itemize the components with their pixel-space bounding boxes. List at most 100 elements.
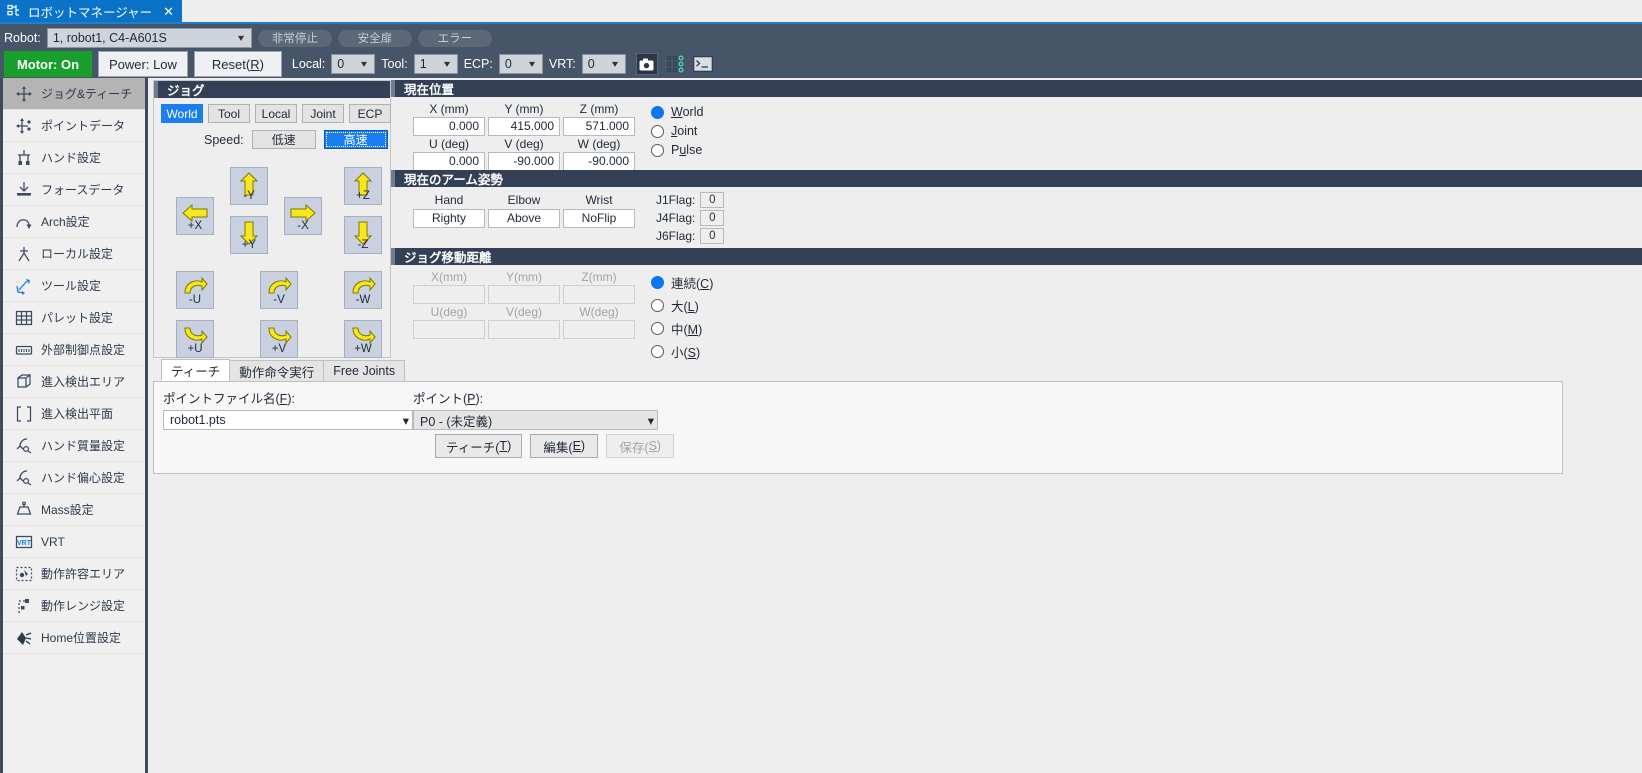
teach-button[interactable]: ティーチ(T): [435, 434, 522, 458]
jog-distance-radio-1[interactable]: 大(L): [651, 296, 713, 315]
jog-distance-radio-3[interactable]: 小(S): [651, 342, 713, 361]
teach-tab-2[interactable]: Free Joints: [323, 360, 405, 381]
sidebar-item-4[interactable]: Arch設定: [3, 206, 145, 238]
jog-distance-value: [488, 320, 560, 339]
current-position-radio-2[interactable]: Pulse: [651, 143, 703, 157]
jog-distance-title: ジョグ移動距離: [391, 248, 1642, 265]
camera-icon[interactable]: [636, 53, 658, 75]
tool-label: Tool:: [381, 57, 407, 71]
jog-mode-button-joint[interactable]: Joint: [302, 104, 344, 123]
current-position-label: V (deg): [504, 136, 543, 152]
jog-button-plus-z[interactable]: +Z: [344, 167, 382, 205]
jog-speed-row: Speed: 低速 高速: [154, 130, 390, 149]
point-label-pre: ポイント(: [413, 392, 467, 406]
teach-tab-1[interactable]: 動作命令実行: [229, 360, 324, 381]
jog-button-plus-w[interactable]: +W: [344, 320, 382, 358]
sidebar-item-1[interactable]: ポイントデータ: [3, 110, 145, 142]
arm-pose-flags: J1Flag:0J4Flag:0J6Flag:0: [638, 191, 724, 244]
sidebar-item-12[interactable]: ハンド偏心設定: [3, 462, 145, 494]
vrt-icon: VRT: [15, 533, 33, 551]
jog-button-plus-w-label: +W: [354, 344, 372, 356]
sidebar-item-8[interactable]: 外部制御点設定: [3, 334, 145, 366]
sidebar-item-2[interactable]: ハンド設定: [3, 142, 145, 174]
jog-distance-label: X(mm): [431, 269, 467, 285]
svg-text:VRT: VRT: [17, 540, 32, 547]
jog-button-plus-u[interactable]: +U: [176, 320, 214, 358]
arm-pose-cell-value[interactable]: Righty: [413, 209, 485, 228]
power-toggle-button[interactable]: Power: Low: [98, 51, 188, 77]
motor-toggle-button[interactable]: Motor: On: [4, 51, 92, 77]
vrt-select[interactable]: 0 ▾: [582, 54, 626, 74]
current-position-radio-1[interactable]: Joint: [651, 124, 703, 138]
current-position-value[interactable]: -90.000: [563, 152, 635, 171]
sidebar-item-5[interactable]: ローカル設定: [3, 238, 145, 270]
sidebar-item-label: ツール設定: [41, 277, 101, 294]
jog-button-minus-v[interactable]: -V: [260, 271, 298, 309]
jog-speed-high-button[interactable]: 高速: [324, 130, 388, 149]
jog-pad: +X -Y +Y: [154, 157, 390, 353]
sidebar-item-label: Mass設定: [41, 501, 94, 518]
robot-select[interactable]: 1, robot1, C4-A601S ▾: [47, 28, 252, 48]
jog-mode-button-world[interactable]: World: [161, 104, 203, 123]
current-position-radio-0[interactable]: World: [651, 105, 703, 119]
jog-distance-cell: Z(mm): [563, 269, 635, 304]
current-position-value[interactable]: 571.000: [563, 117, 635, 136]
arm-pose-cell-1: ElbowAbove: [488, 191, 560, 244]
save-button: 保存(S): [606, 434, 674, 458]
jog-button-minus-x[interactable]: -X: [284, 197, 322, 235]
console-icon[interactable]: [692, 53, 714, 75]
reset-button[interactable]: Reset(R): [194, 51, 282, 77]
edit-button[interactable]: 編集(E): [530, 434, 598, 458]
sidebar-item-10[interactable]: 進入検出平面: [3, 398, 145, 430]
close-icon[interactable]: ✕: [163, 5, 174, 18]
jog-button-plus-x-label: +X: [188, 221, 202, 233]
point-file-select[interactable]: robot1.pts ▾: [163, 410, 413, 430]
radio-dot-icon: [651, 322, 664, 335]
sidebar-item-16[interactable]: 動作レンジ設定: [3, 590, 145, 622]
jog-button-minus-w[interactable]: -W: [344, 271, 382, 309]
local-select[interactable]: 0 ▾: [331, 54, 375, 74]
point-file-label-pre: ポイントファイル名(: [163, 392, 280, 406]
point-grid-icon[interactable]: [664, 53, 686, 75]
arm-pose-cell-value[interactable]: NoFlip: [563, 209, 635, 228]
teach-tab-0[interactable]: ティーチ: [161, 359, 230, 381]
jog-speed-low-button[interactable]: 低速: [252, 130, 316, 149]
edit-button-label-pre: 編集(: [543, 437, 572, 456]
sidebar-item-11[interactable]: ハンド質量設定: [3, 430, 145, 462]
current-position-value[interactable]: 415.000: [488, 117, 560, 136]
hand-weight-icon: [15, 437, 33, 455]
sidebar-item-17[interactable]: Home位置設定: [3, 622, 145, 654]
jog-distance-radio-2[interactable]: 中(M): [651, 319, 713, 338]
arm-pose-cell-label: Hand: [435, 191, 464, 209]
window-tab-label: ロボットマネージャー: [28, 2, 152, 21]
safeguard-indicator: 安全扉: [338, 30, 412, 47]
jog-mode-button-tool[interactable]: Tool: [208, 104, 250, 123]
current-position-value[interactable]: 0.000: [413, 117, 485, 136]
radio-dot-icon: [651, 345, 664, 358]
reset-button-accesskey: R: [250, 57, 259, 72]
jog-distance-radio-0[interactable]: 連続(C): [651, 273, 713, 292]
window-tab-robot-manager[interactable]: ロボットマネージャー ✕: [0, 0, 182, 22]
arm-pose-cell-value[interactable]: Above: [488, 209, 560, 228]
sidebar-item-6[interactable]: ツール設定: [3, 270, 145, 302]
sidebar-item-7[interactable]: パレット設定: [3, 302, 145, 334]
sidebar-item-15[interactable]: 動作許容エリア: [3, 558, 145, 590]
jog-mode-button-local[interactable]: Local: [255, 104, 297, 123]
tool-select[interactable]: 1 ▾: [414, 54, 458, 74]
jog-button-plus-y[interactable]: +Y: [230, 216, 268, 254]
jog-mode-button-ecp[interactable]: ECP: [349, 104, 391, 123]
jog-button-minus-z[interactable]: -Z: [344, 216, 382, 254]
jog-teach-icon: [15, 85, 33, 103]
jog-button-minus-u[interactable]: -U: [176, 271, 214, 309]
ecp-select[interactable]: 0 ▾: [499, 54, 543, 74]
sidebar-item-9[interactable]: 進入検出エリア: [3, 366, 145, 398]
sidebar-item-13[interactable]: Mass設定: [3, 494, 145, 526]
jog-button-minus-y[interactable]: -Y: [230, 167, 268, 205]
sidebar-item-14[interactable]: VRTVRT: [3, 526, 145, 558]
sidebar-item-0[interactable]: ジョグ&ティーチ: [3, 78, 145, 110]
point-select[interactable]: P0 - (未定義) ▾: [413, 410, 658, 430]
arm-pose-flag-value: 0: [700, 210, 724, 226]
jog-button-plus-v[interactable]: +V: [260, 320, 298, 358]
sidebar-item-3[interactable]: フォースデータ: [3, 174, 145, 206]
jog-button-plus-x[interactable]: +X: [176, 197, 214, 235]
